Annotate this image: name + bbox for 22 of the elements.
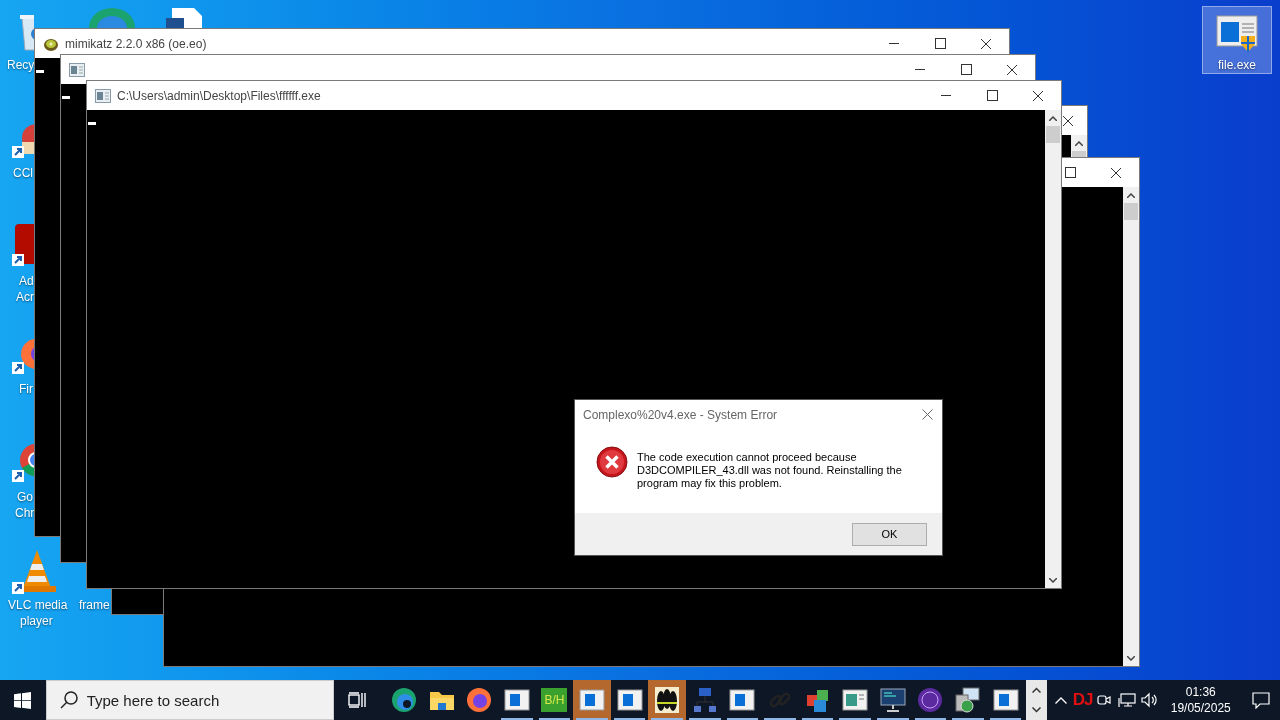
clock[interactable]: 01:36 19/05/2025 [1165,680,1236,720]
error-message: The code execution cannot proceed because D3DCOMPILER_43.dll was not found. Reinstalling the program may fix this problem. [637,451,903,490]
tray-badge[interactable]: DJ [1072,687,1094,713]
desktop-icon-label[interactable]: player [20,614,53,629]
clock-date: 19/05/2025 [1170,700,1231,716]
window-title: mimikatz 2.2.0 x86 (oe.eo) [65,35,207,53]
desktop-icon-label[interactable]: Recy [7,58,35,73]
desktop-icon-label[interactable]: CCl [13,166,33,181]
desktop-icon-label[interactable]: Acr [16,290,34,305]
taskbar-app-button[interactable]: B/H [535,680,574,720]
desktop-icon-label[interactable]: VLC media [8,598,68,613]
clock-time: 01:36 [1185,684,1216,700]
desktop-icon-label[interactable]: frame [79,598,110,613]
desktop-icon-label[interactable]: Fir [19,382,33,397]
window-title: C:\Users\admin\Desktop\Files\ffffff.exe [117,87,321,105]
desktop-icon-label[interactable]: file.exe [1218,58,1257,73]
desktop-icon-label[interactable]: Go [17,490,33,505]
desktop-icon-label[interactable]: Ad [19,274,34,289]
desktop-icon-label[interactable]: Chr [15,506,35,521]
ok-button[interactable]: OK [852,522,927,546]
dialog-title: Complexo%20v4.exe - System Error [583,406,778,424]
search-field[interactable]: Type here to search [45,680,334,720]
